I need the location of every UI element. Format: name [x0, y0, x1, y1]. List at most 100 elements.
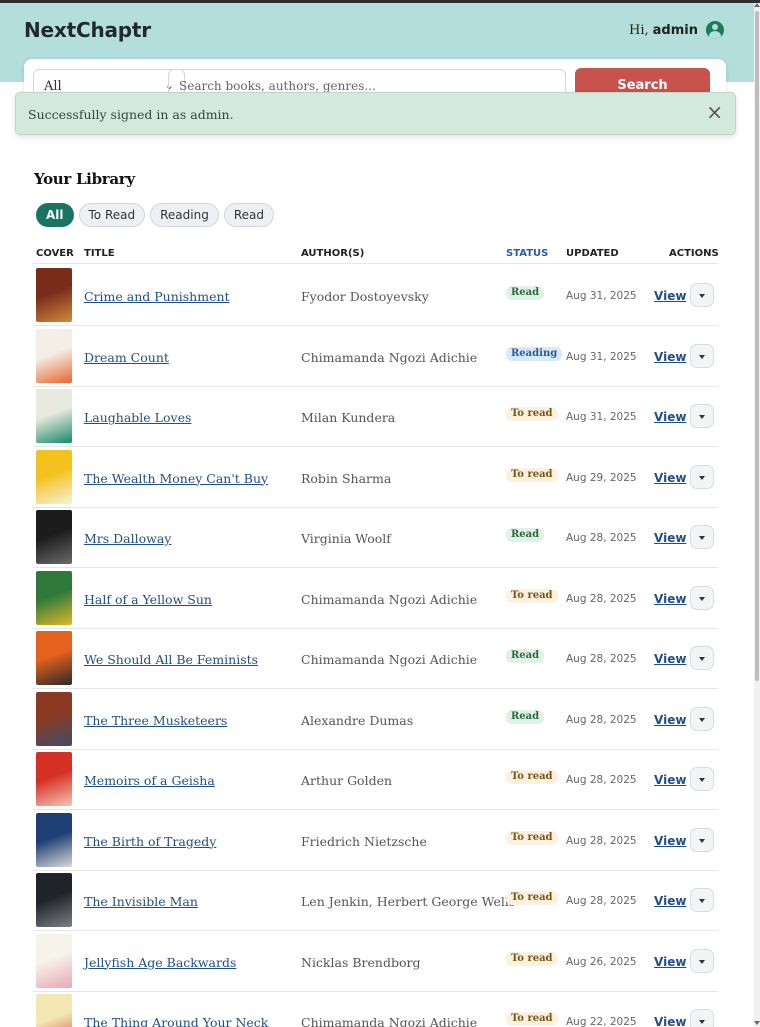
book-author: Chimamanda Ngozi Adichie [301, 591, 478, 607]
filter-read[interactable]: Read [223, 203, 274, 227]
scroll-up-icon[interactable] [754, 3, 760, 7]
brand-logo[interactable]: NextChaptr [24, 18, 151, 42]
book-cover-image[interactable] [36, 631, 72, 685]
table-row: The Thing Around Your Neck Chimamanda Ngo… [33, 991, 718, 1027]
view-link[interactable]: View [654, 289, 686, 303]
view-link[interactable]: View [654, 955, 686, 969]
view-link[interactable]: View [654, 471, 686, 485]
signin-toast: Successfully signed in as admin. × [15, 92, 736, 135]
row-actions-dropdown-button[interactable] [690, 1009, 714, 1027]
row-actions-dropdown-button[interactable] [690, 827, 714, 852]
status-badge: To read [506, 770, 558, 784]
status-badge: To read [506, 588, 558, 603]
row-actions-dropdown-button[interactable] [690, 525, 714, 549]
book-author: Alexandre Dumas [301, 712, 414, 728]
row-actions-dropdown-button[interactable] [690, 464, 714, 489]
book-cover-image[interactable] [36, 510, 72, 564]
scroll-down-icon[interactable] [754, 1021, 760, 1025]
column-authors: AUTHOR(S) [301, 248, 365, 259]
user-avatar-icon[interactable] [706, 21, 724, 39]
table-row: Memoirs of a Geisha Arthur Golden To read A… [33, 749, 718, 810]
column-updated: UPDATED [566, 248, 619, 259]
scrollbar-thumb[interactable] [755, 11, 759, 681]
user-greeting[interactable]: Hi, admin [629, 21, 724, 39]
updated-date: Aug 29, 2025 [566, 471, 637, 484]
view-link[interactable]: View [654, 894, 686, 908]
view-link[interactable]: View [654, 350, 686, 364]
updated-date: Aug 31, 2025 [566, 411, 637, 423]
table-row: Crime and Punishment Fyodor Dostoyevsky Re… [33, 265, 718, 326]
book-author: Friedrich Nietzsche [301, 833, 427, 849]
filter-reading[interactable]: Reading [150, 203, 219, 227]
row-actions-dropdown-button[interactable] [690, 767, 714, 791]
book-title-link[interactable]: Memoirs of a Geisha [84, 773, 215, 788]
book-cover-image[interactable] [36, 933, 72, 988]
book-title-link[interactable]: Mrs Dalloway [84, 531, 171, 546]
book-author: Chimamanda Ngozi Adichie [301, 349, 478, 365]
row-actions-dropdown-button[interactable] [690, 585, 714, 610]
book-author: Len Jenkin, Herbert George Wells [301, 894, 516, 909]
close-icon[interactable]: × [706, 102, 723, 122]
book-title-link[interactable]: The Thing Around Your Neck [84, 1015, 268, 1027]
book-title-link[interactable]: The Wealth Money Can't Buy [84, 471, 268, 486]
greeting-text: Hi, [629, 22, 649, 38]
table-row: The Wealth Money Can't Buy Robin Sharma To… [33, 447, 718, 508]
book-cover-image[interactable] [36, 752, 72, 806]
book-title-link[interactable]: Half of a Yellow Sun [84, 592, 212, 607]
view-link[interactable]: View [654, 652, 686, 666]
table-row: Half of a Yellow Sun Chimamanda Ngozi Adi… [33, 568, 718, 629]
updated-date: Aug 31, 2025 [566, 290, 637, 302]
status-badge: To read [506, 407, 558, 421]
book-author: Arthur Golden [301, 773, 393, 788]
status-badge: Read [506, 528, 545, 542]
book-title-link[interactable]: Jellyfish Age Backwards [84, 955, 236, 970]
view-link[interactable]: View [654, 834, 686, 848]
row-actions-dropdown-button[interactable] [690, 888, 714, 912]
view-link[interactable]: View [654, 531, 686, 545]
view-link[interactable]: View [654, 1015, 686, 1027]
status-badge: Read [506, 709, 545, 724]
status-badge: To read [506, 951, 558, 966]
page-scrollbar[interactable] [754, 3, 760, 1027]
row-actions-dropdown-button[interactable] [690, 283, 714, 307]
filter-to-read[interactable]: To Read [78, 203, 146, 227]
book-cover-image[interactable] [36, 449, 72, 504]
book-title-link[interactable]: The Three Musketeers [84, 713, 227, 728]
book-title-link[interactable]: The Invisible Man [84, 894, 198, 909]
book-cover-image[interactable] [36, 812, 72, 867]
book-title-link[interactable]: The Birth of Tragedy [84, 834, 216, 849]
view-link[interactable]: View [654, 713, 686, 727]
book-cover-image[interactable] [36, 691, 72, 746]
column-title: TITLE [84, 248, 115, 259]
book-title-link[interactable]: Laughable Loves [84, 410, 191, 425]
row-actions-dropdown-button[interactable] [690, 343, 714, 368]
column-status[interactable]: STATUS [506, 248, 548, 259]
row-actions-dropdown-button[interactable] [690, 948, 714, 973]
row-actions-dropdown-button[interactable] [690, 706, 714, 731]
view-link[interactable]: View [654, 773, 686, 787]
view-link[interactable]: View [654, 592, 686, 606]
book-title-link[interactable]: We Should All Be Feminists [84, 652, 258, 667]
column-cover: COVER [36, 248, 74, 259]
row-actions-dropdown-button[interactable] [690, 404, 714, 428]
book-cover-image[interactable] [36, 570, 72, 625]
book-cover-image[interactable] [36, 873, 72, 927]
status-filter-tabs: All To Read Reading Read [36, 203, 274, 227]
view-link[interactable]: View [654, 410, 686, 424]
updated-date: Aug 28, 2025 [566, 895, 637, 907]
book-title-link[interactable]: Dream Count [84, 350, 169, 365]
book-cover-image[interactable] [36, 994, 72, 1027]
book-title-link[interactable]: Crime and Punishment [84, 289, 230, 304]
book-cover-image[interactable] [36, 389, 72, 443]
filter-all[interactable]: All [36, 203, 74, 227]
table-row: Dream Count Chimamanda Ngozi Adichie Readi… [33, 326, 718, 387]
status-badge: To read [506, 830, 558, 845]
book-author: Fyodor Dostoyevsky [301, 289, 429, 304]
book-author: Virginia Woolf [301, 531, 391, 546]
row-actions-dropdown-button[interactable] [690, 646, 714, 670]
status-badge: To read [506, 891, 558, 905]
status-badge: Read [506, 649, 545, 663]
updated-date: Aug 28, 2025 [566, 774, 637, 786]
book-cover-image[interactable] [36, 328, 72, 383]
book-cover-image[interactable] [36, 268, 72, 322]
